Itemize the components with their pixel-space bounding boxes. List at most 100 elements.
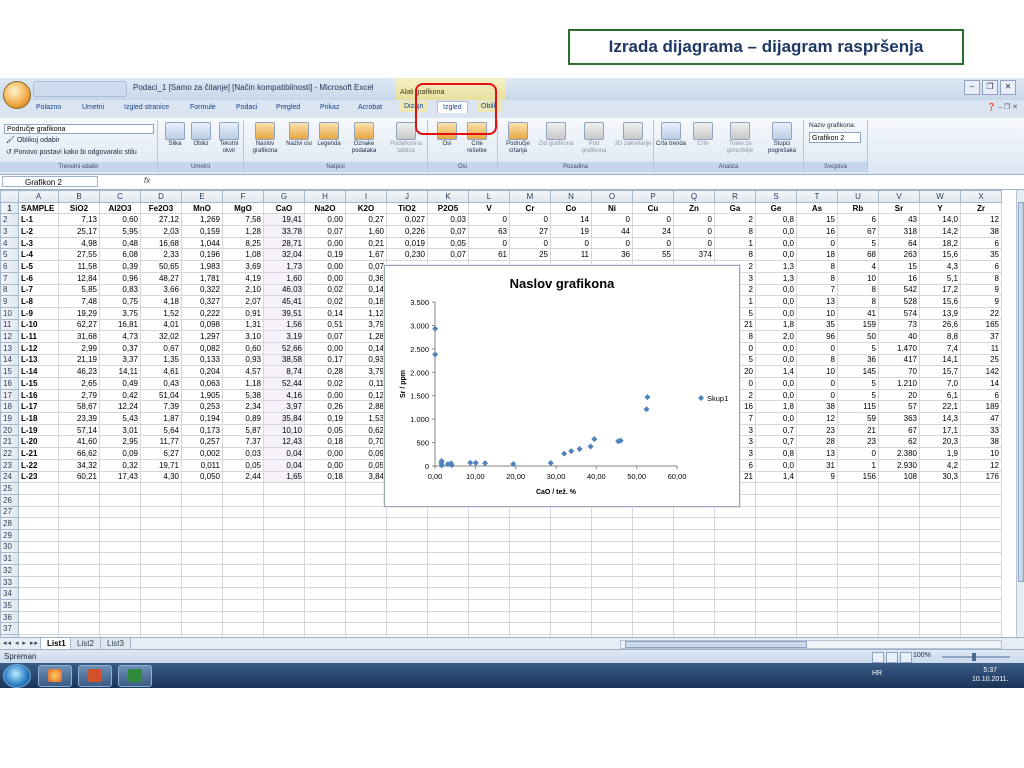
row-header[interactable]: 27 <box>0 505 19 519</box>
cell[interactable]: 0,14 <box>304 306 346 320</box>
cell[interactable]: 3,97 <box>263 400 305 414</box>
cell[interactable] <box>550 528 592 542</box>
cell[interactable] <box>878 599 920 612</box>
cell[interactable]: 18 <box>796 248 838 262</box>
cell[interactable]: 7,13 <box>58 213 100 227</box>
cell[interactable] <box>263 610 305 624</box>
cell[interactable]: 3,75 <box>99 306 141 320</box>
cell[interactable]: 14,11 <box>99 365 141 378</box>
cell[interactable]: 0,196 <box>181 248 223 262</box>
scroll-thumb[interactable] <box>625 641 807 648</box>
cell[interactable]: 5 <box>837 236 879 250</box>
minimize-icon[interactable]: – <box>964 80 980 95</box>
cell[interactable] <box>99 564 141 577</box>
cell[interactable] <box>58 552 100 565</box>
cell[interactable]: 0,0 <box>755 236 797 250</box>
cell[interactable]: 1,08 <box>222 248 264 262</box>
cell[interactable]: 0,09 <box>99 447 141 460</box>
cell[interactable] <box>427 575 469 589</box>
cell[interactable]: 3,84 <box>345 470 387 484</box>
cell[interactable]: 1,28 <box>345 330 387 343</box>
cell[interactable] <box>263 505 305 519</box>
cell[interactable]: 5,64 <box>140 423 182 437</box>
cell[interactable]: 3,10 <box>222 330 264 343</box>
cell[interactable]: 0,17 <box>304 353 346 367</box>
cell[interactable] <box>140 610 182 624</box>
cell[interactable]: 0,257 <box>181 435 223 449</box>
header-cell[interactable]: SAMPLE <box>18 201 59 215</box>
fx-icon[interactable]: fx <box>144 176 150 185</box>
cell[interactable] <box>181 528 223 542</box>
cell[interactable] <box>263 575 305 589</box>
cell[interactable]: 0,0 <box>755 353 797 367</box>
cell[interactable] <box>591 610 633 624</box>
cell[interactable]: 0,49 <box>99 377 141 390</box>
row-header[interactable]: 14 <box>0 353 19 367</box>
column-header[interactable]: G <box>263 190 305 203</box>
cell[interactable] <box>878 482 920 495</box>
cell[interactable] <box>468 564 510 577</box>
cell[interactable] <box>99 552 141 565</box>
cell[interactable] <box>18 552 59 565</box>
cell[interactable]: 43 <box>878 213 920 227</box>
cell[interactable]: 0 <box>591 213 633 227</box>
cell[interactable]: 19 <box>550 225 592 238</box>
cell[interactable]: 0 <box>468 236 510 250</box>
cell[interactable]: 0,07 <box>304 330 346 343</box>
help-controls[interactable]: ❓ – ❐ ✕ <box>987 103 1018 111</box>
cell[interactable]: 68 <box>837 248 879 262</box>
cell[interactable]: 145 <box>837 365 879 378</box>
column-header[interactable]: N <box>550 190 592 203</box>
cell[interactable]: 0,00 <box>304 341 346 355</box>
cell[interactable]: 67 <box>837 225 879 238</box>
cell[interactable]: 0,04 <box>263 447 305 460</box>
cell[interactable] <box>837 564 879 577</box>
cell[interactable]: 14 <box>960 377 1002 390</box>
cell[interactable] <box>714 517 756 530</box>
cell[interactable] <box>18 505 59 519</box>
cell[interactable] <box>304 587 346 601</box>
cell[interactable]: 0,159 <box>181 225 223 238</box>
cell[interactable] <box>345 517 387 530</box>
cell[interactable]: 8 <box>714 225 756 238</box>
cell[interactable] <box>181 599 223 612</box>
cell[interactable]: 1,56 <box>263 318 305 332</box>
cell[interactable] <box>550 564 592 577</box>
cell[interactable]: 7,4 <box>919 341 961 355</box>
cell[interactable] <box>755 599 797 612</box>
cell[interactable]: 0 <box>632 236 674 250</box>
cell[interactable] <box>222 575 264 589</box>
cell[interactable]: 0,02 <box>304 377 346 390</box>
cell[interactable] <box>427 610 469 624</box>
cell[interactable]: 1,983 <box>181 260 223 273</box>
cell[interactable]: 1,18 <box>222 377 264 390</box>
cell[interactable]: 36 <box>591 248 633 262</box>
cell[interactable] <box>99 610 141 624</box>
cell[interactable]: 7,0 <box>919 377 961 390</box>
vertical-scrollbar[interactable] <box>1016 190 1024 637</box>
cell[interactable]: 46,23 <box>58 365 100 378</box>
cell[interactable]: 1,3 <box>755 271 797 285</box>
row-header[interactable]: 7 <box>0 271 19 285</box>
cell[interactable]: L-21 <box>18 447 59 460</box>
cell[interactable]: 52,66 <box>263 341 305 355</box>
cell[interactable] <box>878 575 920 589</box>
cell[interactable] <box>58 482 100 495</box>
column-header[interactable]: T <box>796 190 838 203</box>
row-header[interactable]: 29 <box>0 528 19 542</box>
cell[interactable]: 0 <box>796 341 838 355</box>
cell[interactable] <box>755 610 797 624</box>
cell[interactable] <box>181 575 223 589</box>
cell[interactable]: 0,204 <box>181 365 223 378</box>
cell[interactable]: L-12 <box>18 341 59 355</box>
header-cell[interactable]: Al2O3 <box>99 201 141 215</box>
cell[interactable]: 14,0 <box>919 213 961 227</box>
cell[interactable] <box>878 552 920 565</box>
cell[interactable] <box>263 599 305 612</box>
cell[interactable]: 4,57 <box>222 365 264 378</box>
cell[interactable] <box>18 587 59 601</box>
cell[interactable]: 528 <box>878 295 920 308</box>
cell[interactable]: 44 <box>591 225 633 238</box>
cell[interactable]: 1,28 <box>222 225 264 238</box>
taskbar-firefox[interactable] <box>38 665 72 687</box>
